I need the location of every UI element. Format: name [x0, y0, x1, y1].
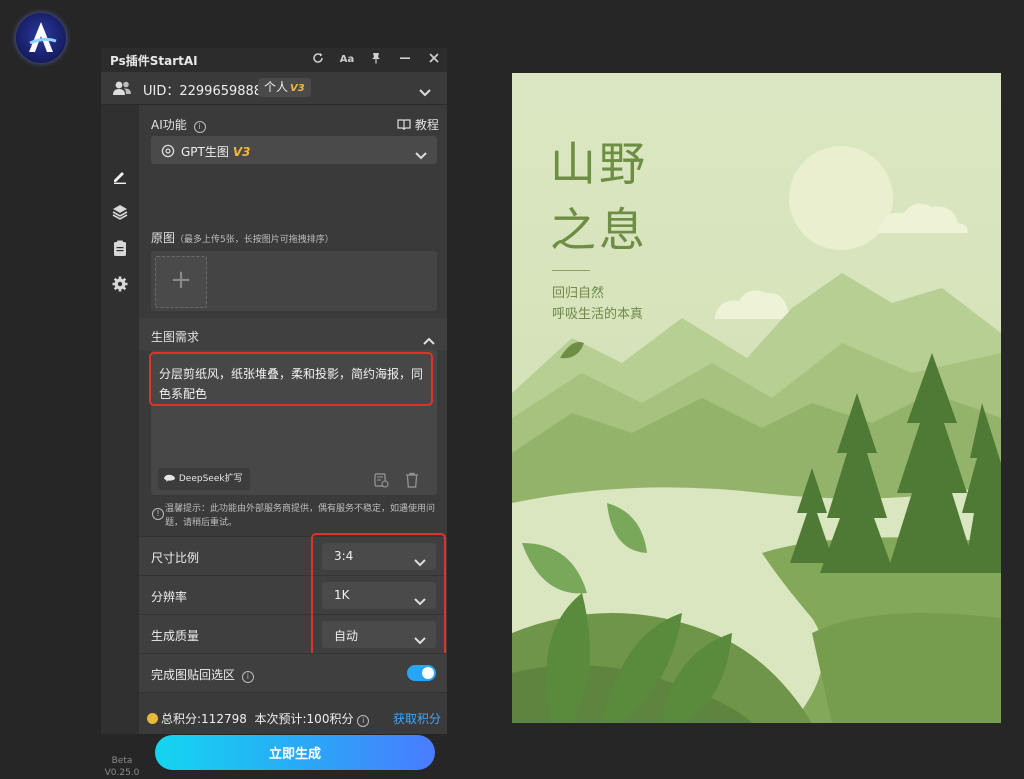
- version-label: Beta V0.25.0: [104, 756, 140, 778]
- poster-divider: [552, 270, 590, 271]
- options-highlight-box: [311, 533, 446, 657]
- get-points-link[interactable]: 获取积分: [393, 710, 441, 727]
- info-icon[interactable]: i: [193, 121, 206, 133]
- poster-subtitle: 回归自然 呼吸生活的本真: [552, 286, 644, 322]
- poster-title: 山野 之息: [550, 137, 648, 257]
- chevron-up-icon[interactable]: [423, 330, 435, 349]
- startai-logo-icon: [29, 22, 57, 52]
- startai-logo[interactable]: [16, 13, 66, 63]
- account-bar[interactable]: UID：2299659888 个人 V3: [101, 72, 447, 105]
- aspect-ratio-label: 尺寸比例: [151, 551, 200, 565]
- chevron-down-icon[interactable]: [419, 82, 431, 101]
- deepseek-expand-button[interactable]: DeepSeek扩写: [158, 468, 250, 490]
- add-image-button[interactable]: +: [155, 256, 207, 308]
- paste-back-label: 完成图贴回选区 i: [151, 666, 254, 683]
- panel-title: Ps插件StartAI: [110, 54, 198, 68]
- paste-back-toggle[interactable]: [407, 665, 436, 681]
- warning-icon: !: [152, 508, 164, 520]
- prompt-section-title: 生图需求: [151, 330, 200, 344]
- startai-panel: Ps插件StartAI Aa UID：2299659888 个人 V3 Beta…: [101, 48, 447, 778]
- history-icon[interactable]: [373, 472, 389, 492]
- panel-content: AI功能 i 教程 GPT生图 V3 原图（最多上传5张，长按图片可拖拽排序） +…: [139, 105, 447, 770]
- coin-icon: [147, 713, 158, 724]
- tier-badge: 个人 V3: [258, 78, 311, 97]
- trash-icon[interactable]: [405, 472, 419, 492]
- tool-sidebar: Beta V0.25.0: [101, 105, 139, 778]
- font-size-icon[interactable]: Aa: [339, 52, 355, 68]
- source-image-dropzone[interactable]: +: [151, 251, 437, 311]
- layers-icon[interactable]: [111, 203, 129, 221]
- prompt-highlight-box: [149, 352, 433, 406]
- quality-label: 生成质量: [151, 629, 200, 643]
- source-image-label: 原图（最多上传5张，长按图片可拖拽排序）: [151, 231, 334, 245]
- generated-poster-image: 山野 之息 回归自然 呼吸生活的本真: [512, 73, 1001, 723]
- info-icon[interactable]: i: [357, 715, 370, 727]
- prompt-section-header[interactable]: 生图需求: [139, 318, 447, 350]
- toggle-knob: [422, 667, 434, 679]
- plus-icon: +: [170, 265, 192, 295]
- refresh-icon[interactable]: [310, 52, 326, 68]
- ai-feature-label: AI功能 i: [151, 116, 206, 133]
- users-icon: [112, 80, 132, 100]
- gear-icon[interactable]: [111, 275, 129, 293]
- tutorial-link[interactable]: 教程: [397, 116, 439, 133]
- info-icon[interactable]: i: [241, 671, 254, 683]
- pin-icon[interactable]: [368, 52, 384, 68]
- panel-titlebar: Ps插件StartAI Aa: [101, 48, 447, 72]
- chevron-down-icon: [415, 145, 427, 164]
- resolution-label: 分辨率: [151, 590, 188, 604]
- deepseek-whale-icon: [163, 474, 176, 484]
- points-summary: 总积分:112798 本次预计:100积分 i: [147, 710, 370, 727]
- ai-feature-select[interactable]: GPT生图 V3: [151, 136, 437, 164]
- book-icon: [397, 119, 411, 131]
- minimize-icon[interactable]: [397, 52, 413, 68]
- generate-button[interactable]: 立即生成: [155, 735, 435, 770]
- close-icon[interactable]: [426, 52, 442, 68]
- service-notice: 温馨提示：此功能由外部服务商提供，偶有服务不稳定，如遇使用问题，请稍后重试。: [165, 504, 436, 528]
- paste-back-row: 完成图贴回选区 i: [139, 653, 447, 693]
- edit-icon[interactable]: [111, 167, 129, 185]
- clipboard-icon[interactable]: [111, 239, 129, 257]
- gpt-logo-icon: [161, 143, 175, 162]
- user-id: UID：2299659888: [143, 84, 263, 99]
